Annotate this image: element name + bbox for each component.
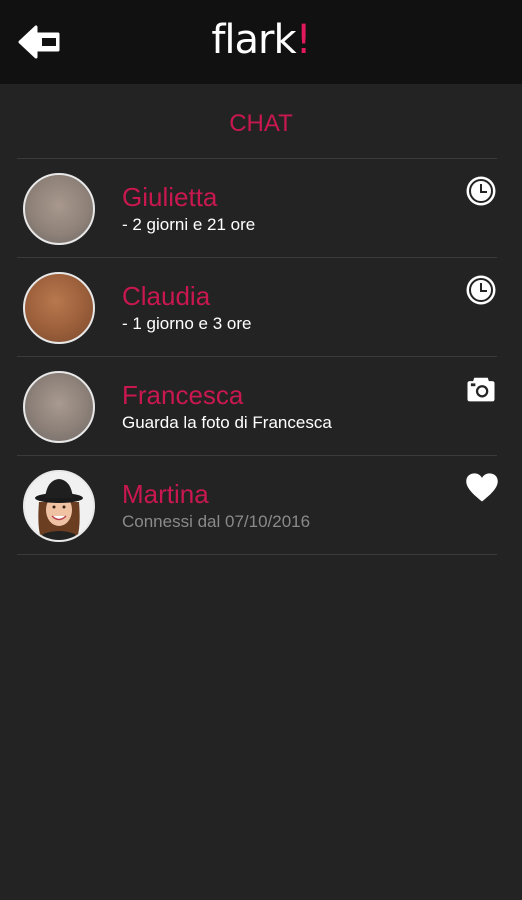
top-bar: flark! [0, 0, 522, 84]
clock-icon [466, 176, 496, 206]
chat-name: Francesca [122, 380, 244, 410]
heart-icon [466, 473, 498, 502]
avatar [23, 371, 95, 443]
app-logo: flark! [211, 17, 311, 63]
chat-list: Giulietta - 2 giorni e 21 ore Claudia - … [17, 158, 498, 555]
clock-icon [466, 275, 496, 305]
chat-name: Martina [122, 479, 209, 509]
chat-name: Claudia [122, 281, 211, 311]
avatar [23, 470, 95, 542]
chat-row-claudia[interactable]: Claudia - 1 giorno e 3 ore [17, 258, 497, 357]
page-title: CHAT [229, 110, 293, 137]
chat-row-giulietta[interactable]: Giulietta - 2 giorni e 21 ore [17, 159, 497, 258]
avatar [23, 272, 95, 344]
chat-subtitle: - 1 giorno e 3 ore [122, 314, 252, 333]
avatar [23, 173, 95, 245]
chat-row-francesca[interactable]: Francesca Guarda la foto di Francesca [17, 357, 497, 456]
camera-icon [467, 377, 495, 402]
profile-photo [25, 472, 93, 540]
chat-subtitle: Guarda la foto di Francesca [122, 413, 332, 432]
chat-name: Giulietta [122, 182, 218, 212]
chat-row-martina[interactable]: Martina Connessi dal 07/10/2016 [17, 456, 498, 555]
chat-subtitle: Connessi dal 07/10/2016 [122, 512, 311, 531]
chat-subtitle: - 2 giorni e 21 ore [122, 215, 256, 234]
